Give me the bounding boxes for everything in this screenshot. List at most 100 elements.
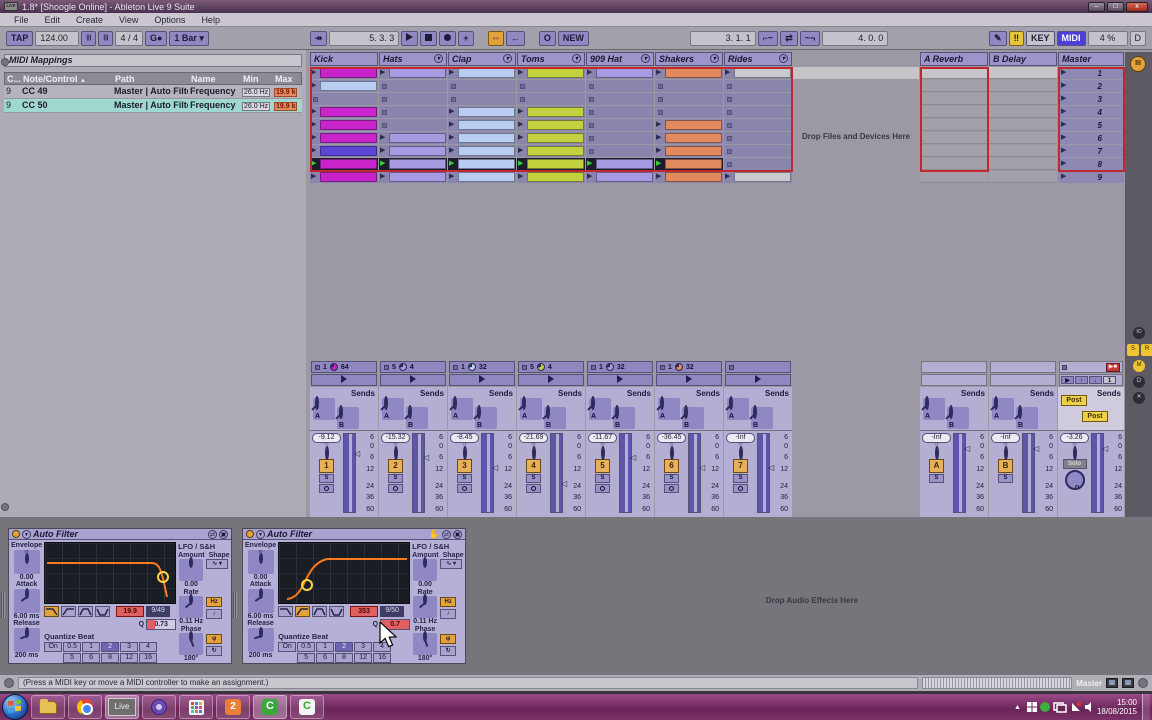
rate-sync-toggle[interactable]: ♪	[440, 609, 457, 619]
send-b-knob[interactable]	[335, 405, 343, 420]
track-header[interactable]: Hats ▾	[379, 52, 447, 66]
volume-fader-handle[interactable]: ◁	[1102, 444, 1122, 452]
col-min[interactable]: Min	[241, 73, 273, 84]
quantize-8[interactable]: 8	[335, 653, 354, 663]
clip-stop-icon[interactable]	[451, 83, 456, 89]
clip-launch-icon[interactable]: ▶	[380, 172, 389, 182]
menu-help[interactable]: Help	[193, 15, 228, 25]
lfo-rate-knob[interactable]	[419, 594, 428, 609]
clip-slot[interactable]	[724, 106, 792, 118]
pan-knob[interactable]	[324, 446, 329, 460]
send-b-knob[interactable]	[404, 405, 412, 420]
col-max[interactable]: Max	[273, 73, 301, 84]
quantize-16[interactable]: 16	[139, 653, 158, 663]
clip-slot[interactable]: ▶	[448, 67, 516, 79]
clip[interactable]	[389, 146, 446, 156]
track-play-row[interactable]	[311, 374, 377, 386]
taskbar-app-grid[interactable]	[179, 695, 213, 719]
solo-button[interactable]: S	[595, 474, 610, 483]
solo-button[interactable]: S	[388, 474, 403, 483]
track-header[interactable]: 909 Hat ▾	[586, 52, 654, 66]
automation-arm-button[interactable]: ◦◦	[487, 30, 504, 46]
track-activator-button[interactable]: 4	[526, 459, 541, 473]
quantize-0.5[interactable]: 0.5	[63, 642, 82, 652]
clip-slot[interactable]	[517, 80, 585, 92]
volume-fader-handle[interactable]: ◁	[1033, 444, 1053, 452]
clip-slot[interactable]	[586, 93, 654, 105]
scene-slot[interactable]: ▶ 9	[1058, 171, 1124, 183]
clip[interactable]	[527, 133, 584, 143]
clip-slot[interactable]	[379, 119, 447, 131]
filter-type-notch[interactable]	[329, 606, 345, 617]
clip-slot[interactable]: ▶	[655, 158, 723, 170]
clip[interactable]	[527, 68, 584, 78]
spin-mode-toggle[interactable]: ↻	[206, 646, 223, 656]
key-map-button[interactable]: KEY	[1026, 30, 1055, 46]
device-title-bar[interactable]: ▼ Auto Filter ✋ ⇄ ▣	[243, 529, 465, 540]
track-play-row[interactable]	[587, 374, 653, 386]
return-track-header[interactable]: B Delay	[989, 52, 1057, 66]
pan-knob[interactable]	[1003, 446, 1008, 460]
clip-launch-icon[interactable]: ▶	[380, 159, 389, 169]
clip-slot[interactable]	[586, 80, 654, 92]
clip-stop-icon[interactable]	[727, 148, 732, 154]
quantize-5[interactable]: 5	[63, 653, 82, 663]
clip-launch-icon[interactable]: ▶	[587, 172, 596, 182]
track-menu-icon[interactable]: ▾	[503, 54, 512, 63]
menu-edit[interactable]: Edit	[37, 15, 69, 25]
groove-pool-button[interactable]: G●	[144, 30, 168, 46]
quantize-on-button[interactable]: On	[44, 642, 63, 652]
clip-launch-icon[interactable]: ▶	[656, 120, 665, 130]
clip-slot[interactable]: ▶	[448, 158, 516, 170]
loop-length-field[interactable]: 4. 0. 0	[822, 30, 889, 46]
clip-launch-icon[interactable]: ▶	[311, 120, 320, 130]
scene-slot[interactable]: ▶ 5	[1058, 119, 1124, 131]
arm-button[interactable]	[526, 484, 541, 493]
scene-launch-icon[interactable]: ▶	[1061, 120, 1070, 130]
clip[interactable]	[665, 172, 722, 182]
clip-stop-icon[interactable]	[727, 96, 732, 102]
clip[interactable]	[458, 159, 515, 169]
clip-launch-icon[interactable]: ▶	[449, 68, 458, 78]
clip-launch-icon[interactable]: ▶	[380, 146, 389, 156]
clip[interactable]	[389, 68, 446, 78]
quantize-8[interactable]: 8	[101, 653, 120, 663]
clip-stop-icon[interactable]	[589, 122, 594, 128]
clip[interactable]	[458, 107, 515, 117]
clip-slot[interactable]: ▶	[379, 158, 447, 170]
scene-slot[interactable]: ▶ 8	[1058, 158, 1124, 170]
clip[interactable]	[320, 146, 377, 156]
solo-button[interactable]: S	[457, 474, 472, 483]
device-fold-icon[interactable]: ▼	[22, 529, 31, 539]
taskbar-ableton-live[interactable]: Live	[105, 695, 139, 719]
volume-fader-handle[interactable]: ◁	[630, 453, 650, 461]
mapping-row[interactable]: 9 CC 50 Master | Auto Filter Frequency 26.0 …	[4, 99, 302, 113]
quantize-12[interactable]: 12	[354, 653, 373, 663]
post-a-toggle[interactable]: Post	[1061, 395, 1087, 406]
volume-fader-handle[interactable]: ◁	[768, 464, 788, 472]
clip[interactable]	[458, 133, 515, 143]
arrangement-position[interactable]: 5. 3. 3	[329, 30, 400, 46]
scene-launch-icon[interactable]: ▶	[1061, 94, 1070, 104]
hot-swap-icon[interactable]: ⇄	[442, 529, 451, 539]
clip-slot[interactable]: ▶	[586, 171, 654, 183]
clip-slot[interactable]: ▶	[379, 171, 447, 183]
track-header[interactable]: Kick	[310, 52, 378, 66]
record-button[interactable]	[439, 30, 457, 46]
tray-expand-icon[interactable]: ▲	[1014, 704, 1021, 711]
track-play-row[interactable]	[725, 374, 791, 386]
track-header[interactable]: Clap ▾	[448, 52, 516, 66]
clip-slot[interactable]: ▶	[310, 80, 378, 92]
device-grip-left[interactable]	[1, 592, 5, 618]
clip-slot[interactable]: ▶	[655, 67, 723, 79]
shape-chooser[interactable]: ∿ ▾	[206, 559, 229, 569]
clip-slot[interactable]: ▶	[517, 132, 585, 144]
menu-view[interactable]: View	[111, 15, 146, 25]
clip[interactable]	[665, 146, 722, 156]
quantize-2[interactable]: 2	[101, 642, 120, 652]
post-b-toggle[interactable]: Post	[1082, 411, 1108, 422]
taskbar-clock[interactable]: 15:00 18/08/2015	[1097, 698, 1137, 716]
rate-hz-toggle[interactable]: Hz	[440, 597, 457, 607]
clip-slot[interactable]: ▶	[310, 171, 378, 183]
track-stop-icon[interactable]	[660, 364, 665, 370]
